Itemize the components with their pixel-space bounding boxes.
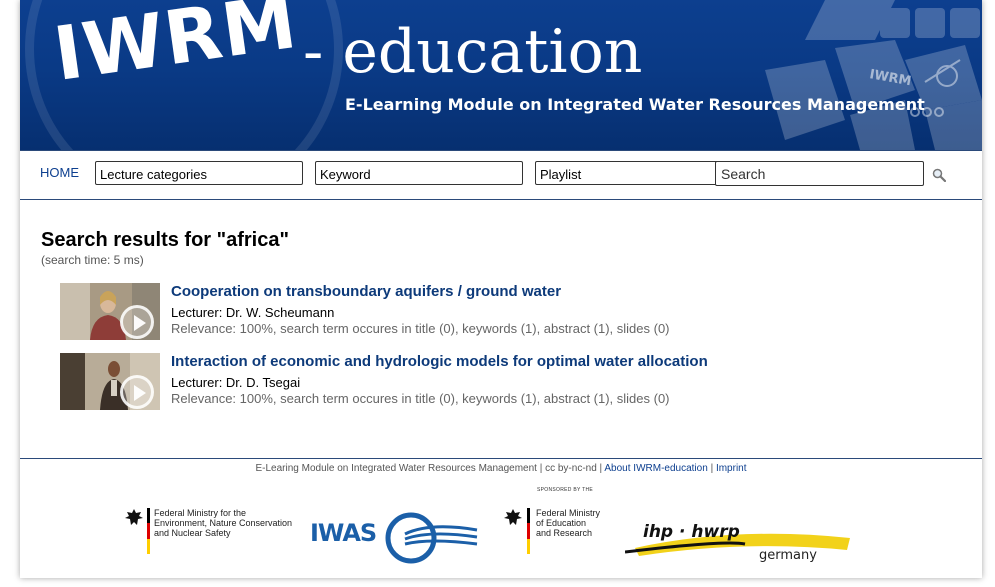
- result-item: Cooperation on transboundary aquifers / …: [60, 283, 940, 341]
- result-relevance: Relevance: 100%, search term occures in …: [171, 321, 670, 336]
- ministry-line: and Nuclear Safety: [154, 528, 231, 538]
- navigation-bar: HOME Lecture categories Keyword Playlist: [20, 150, 982, 200]
- footer-text: E-Learing Module on Integrated Water Res…: [20, 463, 982, 474]
- video-thumbnail[interactable]: [60, 353, 160, 410]
- search-time: (search time: 5 ms): [41, 253, 144, 267]
- result-lecturer: Lecturer: Dr. D. Tsegai: [171, 375, 301, 390]
- footer-copyright: E-Learing Module on Integrated Water Res…: [255, 463, 603, 474]
- search-input[interactable]: [715, 161, 924, 186]
- bmbf-ministry-text[interactable]: Federal Ministry of Education and Resear…: [536, 508, 600, 538]
- result-title-link[interactable]: Cooperation on transboundary aquifers / …: [171, 283, 561, 300]
- result-lecturer: Lecturer: Dr. W. Scheumann: [171, 305, 335, 320]
- playlist-select[interactable]: Playlist: [535, 161, 744, 185]
- german-flag-bar: [527, 508, 530, 554]
- page-container: IWRM - education E-Learning Module on In…: [20, 0, 982, 578]
- ministry-line: and Research: [536, 528, 593, 538]
- imprint-link[interactable]: Imprint: [716, 463, 747, 474]
- results-heading: Search results for "africa": [41, 229, 289, 251]
- video-thumbnail[interactable]: [60, 283, 160, 340]
- iwas-logo[interactable]: IWAS: [310, 519, 377, 547]
- ihp-germany-label: germany: [759, 548, 817, 563]
- german-flag-bar: [147, 508, 150, 554]
- ihp-hwrp-logo[interactable]: ihp · hwrp: [643, 522, 740, 542]
- result-title-link[interactable]: Interaction of economic and hydrologic m…: [171, 353, 708, 370]
- header-banner: IWRM - education E-Learning Module on In…: [20, 0, 982, 150]
- about-link[interactable]: About IWRM-education: [604, 463, 707, 474]
- education-logo-text: - education: [303, 17, 643, 87]
- federal-eagle-icon: [125, 509, 143, 525]
- sponsored-by-label: SPONSORED BY THE: [537, 487, 594, 493]
- lecture-categories-select[interactable]: Lecture categories: [95, 161, 303, 185]
- footer-separator: |: [710, 463, 714, 474]
- iwas-wave-logo-icon: [385, 512, 478, 564]
- bmu-ministry-text[interactable]: Federal Ministry for the Environment, Na…: [154, 508, 292, 538]
- ministry-line: of Education: [536, 518, 587, 528]
- ministry-line: Environment, Nature Conservation: [154, 518, 293, 528]
- footer-divider: [20, 458, 982, 459]
- banner-icons-decoration: IWRM: [765, 0, 982, 150]
- result-relevance: Relevance: 100%, search term occures in …: [171, 391, 670, 406]
- search-icon[interactable]: [932, 168, 946, 182]
- keyword-select[interactable]: Keyword: [315, 161, 523, 185]
- play-icon[interactable]: [120, 305, 154, 339]
- result-item: Interaction of economic and hydrologic m…: [60, 353, 940, 411]
- home-link[interactable]: HOME: [40, 165, 79, 180]
- play-icon[interactable]: [120, 375, 154, 409]
- ministry-line: Federal Ministry for the: [154, 508, 247, 518]
- federal-eagle-icon: [504, 509, 522, 525]
- ministry-line: Federal Ministry: [536, 508, 601, 518]
